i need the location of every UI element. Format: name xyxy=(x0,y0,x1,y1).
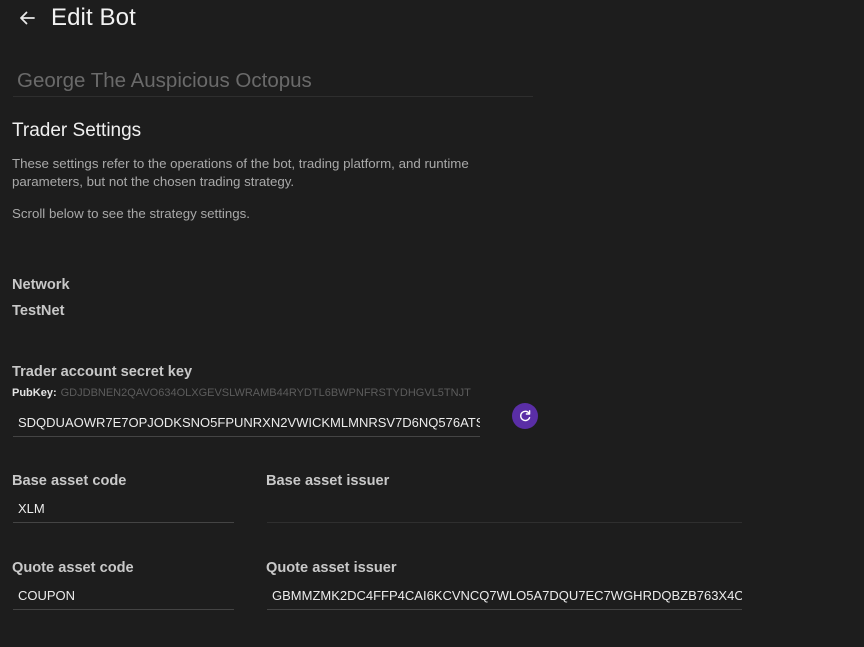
base-asset-code-input[interactable] xyxy=(13,495,234,523)
secret-key-label: Trader account secret key xyxy=(12,364,193,380)
refresh-key-button[interactable] xyxy=(512,403,538,429)
quote-asset-code-label: Quote asset code xyxy=(12,560,134,576)
pubkey-label: PubKey: xyxy=(12,387,57,399)
quote-asset-issuer-label: Quote asset issuer xyxy=(266,560,397,576)
quote-asset-issuer-input[interactable] xyxy=(267,582,742,610)
page-title: Edit Bot xyxy=(51,4,136,31)
bot-name-input[interactable] xyxy=(13,66,533,97)
back-button[interactable] xyxy=(16,7,38,29)
pubkey-line: PubKey: GDJDBNEN2QAVO634OLXGEVSLWRAMB44RY… xyxy=(12,387,471,399)
arrow-left-icon xyxy=(20,11,35,25)
base-asset-issuer-input[interactable] xyxy=(267,495,742,523)
section-description: These settings refer to the operations o… xyxy=(12,156,469,189)
header: Edit Bot xyxy=(16,2,136,34)
base-asset-issuer-label: Base asset issuer xyxy=(266,473,390,489)
edit-bot-page: Edit Bot Trader Settings These settings … xyxy=(0,0,864,647)
pubkey-value: GDJDBNEN2QAVO634OLXGEVSLWRAMB44RYDTL6BWP… xyxy=(60,387,471,399)
scroll-note: Scroll below to see the strategy setting… xyxy=(12,206,250,221)
network-value: TestNet xyxy=(12,303,65,319)
network-label: Network xyxy=(12,277,70,293)
base-asset-code-label: Base asset code xyxy=(12,473,127,489)
refresh-icon xyxy=(520,410,531,422)
section-title: Trader Settings xyxy=(12,120,142,141)
quote-asset-code-input[interactable] xyxy=(13,582,234,610)
secret-key-input[interactable] xyxy=(13,409,480,437)
